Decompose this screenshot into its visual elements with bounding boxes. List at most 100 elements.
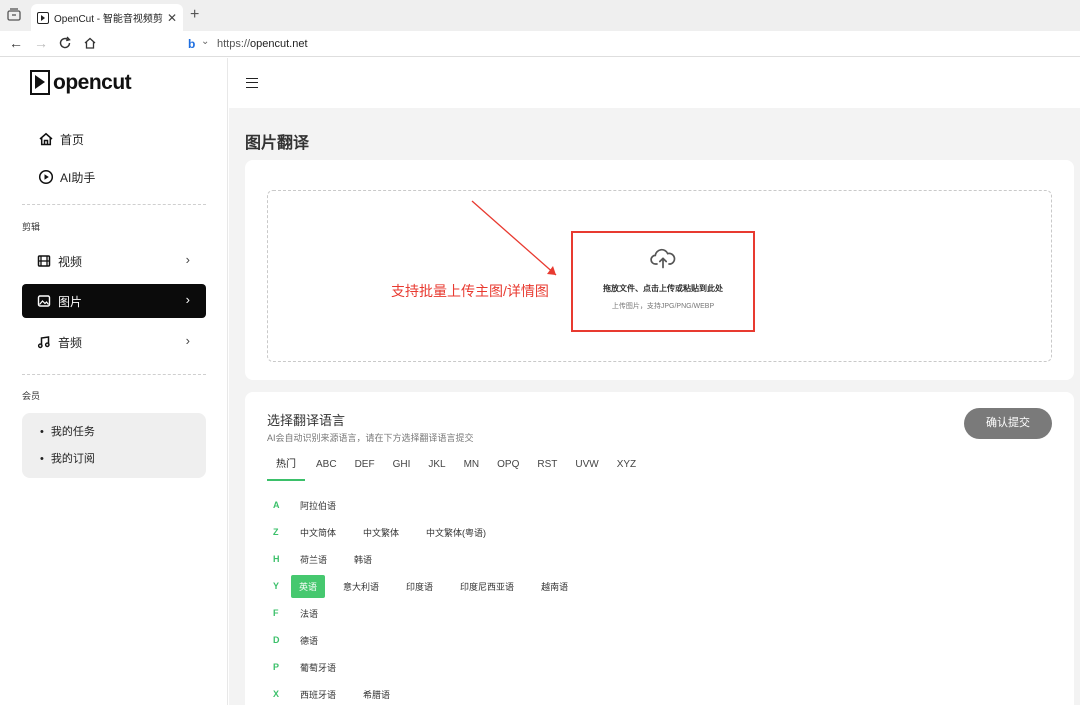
new-tab-button[interactable]: + [190, 6, 199, 24]
tab-ghi[interactable]: GHI [386, 458, 418, 481]
sidebar-item-ai-assistant[interactable]: AI助手 [22, 160, 206, 194]
tab-actions-icon[interactable] [6, 7, 22, 23]
lang-option[interactable]: 中文繁体(粤语) [425, 526, 487, 539]
lang-option[interactable]: 希腊语 [362, 688, 391, 701]
tab-uvw[interactable]: UVW [568, 458, 605, 481]
music-icon [37, 336, 50, 349]
language-card: 选择翻译语言 AI会自动识别来源语言，请在下方选择翻译语言提交 确认提交 热门 … [245, 392, 1074, 705]
lang-option[interactable]: 越南语 [540, 580, 569, 593]
sidebar-item-label: 图片 [58, 294, 83, 309]
sidebar-item-video[interactable]: 视频 › [22, 244, 206, 278]
sidebar: opencut 首页 AI助手 剪辑 视频 › 图片 › 音频 › 会员 • 我… [0, 58, 228, 705]
lang-option[interactable]: 法语 [299, 607, 319, 620]
lang-group-d: D 德语 [273, 630, 344, 650]
sidebar-item-image[interactable]: 图片 › [22, 284, 206, 318]
home-icon [39, 132, 53, 146]
tab-rst[interactable]: RST [530, 458, 564, 481]
member-menu: 我的任务 我的订阅 [22, 413, 206, 478]
group-letter: H [273, 554, 280, 564]
sidebar-item-label: 视频 [58, 254, 83, 269]
letter-tabs: 热门 ABC DEF GHI JKL MN OPQ RST UVW XYZ [267, 458, 647, 481]
submit-button[interactable]: 确认提交 [964, 408, 1052, 439]
sidebar-item-label: 首页 [60, 132, 85, 147]
lang-group-f: F 法语 [273, 603, 344, 623]
refresh-icon[interactable] [58, 36, 72, 50]
group-letter: X [273, 689, 280, 699]
home-browser-icon[interactable] [83, 36, 97, 50]
lang-group-z: Z 中文简体 中文繁体 中文繁体(粤语) [273, 522, 512, 542]
browser-tab[interactable]: OpenCut - 智能音视频剪辑工具 ✕ [31, 4, 183, 31]
chevron-down-icon[interactable]: ⌄ [201, 36, 209, 47]
lang-option[interactable]: 韩语 [353, 553, 373, 566]
opencut-logo[interactable]: opencut [30, 70, 132, 95]
url-field[interactable]: https://opencut.net [217, 38, 308, 50]
lang-group-p: P 葡萄牙语 [273, 657, 362, 677]
lang-group-a: A 阿拉伯语 [273, 495, 362, 515]
sidebar-divider [22, 204, 206, 205]
section-label-edit: 剪辑 [22, 222, 41, 232]
lang-option[interactable]: 荷兰语 [299, 553, 328, 566]
logo-play-icon [30, 70, 50, 95]
tab-jkl[interactable]: JKL [421, 458, 452, 481]
main-content: 图片翻译 支持批量上传主图/详情图 拖放文件、点击上传或粘贴到此处 上传图片，支… [229, 58, 1080, 705]
tab-mn[interactable]: MN [457, 458, 487, 481]
opencut-favicon-icon [37, 11, 49, 24]
member-item-my-subscription[interactable]: 我的订阅 [40, 450, 206, 477]
lang-option[interactable]: 阿拉伯语 [299, 499, 337, 512]
lang-option[interactable]: 西班牙语 [299, 688, 337, 701]
lang-option[interactable]: 中文繁体 [362, 526, 400, 539]
bing-search-icon[interactable]: b [188, 37, 195, 51]
tab-hot[interactable]: 热门 [267, 458, 305, 481]
chevron-right-icon: › [185, 292, 190, 307]
sidebar-item-home[interactable]: 首页 [22, 122, 206, 156]
lang-option[interactable]: 中文简体 [299, 526, 337, 539]
lang-option[interactable]: 意大利语 [342, 580, 380, 593]
lang-option[interactable]: 葡萄牙语 [299, 661, 337, 674]
back-icon[interactable]: ← [8, 35, 24, 52]
section-label-member: 会员 [22, 391, 41, 401]
sidebar-item-label: 音频 [58, 335, 83, 350]
chevron-right-icon: › [185, 333, 190, 348]
tab-abc[interactable]: ABC [309, 458, 344, 481]
lang-group-h: H 荷兰语 韩语 [273, 549, 398, 569]
logo-text: opencut [53, 70, 132, 94]
close-tab-icon[interactable]: ✕ [167, 11, 177, 25]
tab-opq[interactable]: OPQ [490, 458, 526, 481]
group-letter: P [273, 662, 280, 672]
forward-icon[interactable]: → [33, 35, 49, 52]
group-letter: D [273, 635, 280, 645]
lang-option[interactable]: 印度语 [405, 580, 434, 593]
upload-dropzone[interactable]: 支持批量上传主图/详情图 拖放文件、点击上传或粘贴到此处 上传图片，支持JPG/… [267, 190, 1052, 362]
member-item-my-tasks[interactable]: 我的任务 [40, 423, 206, 450]
address-bar: ← → b ⌄ https://opencut.net [0, 31, 1080, 57]
lang-option-selected[interactable]: 英语 [291, 574, 326, 598]
film-icon [37, 255, 51, 267]
tab-title: OpenCut - 智能音视频剪辑工具 [54, 14, 163, 25]
sidebar-item-audio[interactable]: 音频 › [22, 325, 206, 359]
cloud-upload-icon [650, 248, 676, 269]
lang-option[interactable]: 印度尼西亚语 [459, 580, 515, 593]
lang-group-y: Y 英语 意大利语 印度语 印度尼西亚语 越南语 [273, 574, 594, 598]
group-letter: F [273, 608, 279, 618]
image-icon [37, 295, 51, 307]
group-letter: A [273, 500, 280, 510]
group-letter: Z [273, 527, 279, 537]
browser-tab-strip: OpenCut - 智能音视频剪辑工具 ✕ + [0, 0, 1080, 31]
page-title: 图片翻译 [245, 135, 310, 152]
upload-format-hint: 上传图片，支持JPG/PNG/WEBP [611, 303, 715, 310]
language-title: 选择翻译语言 [267, 413, 346, 428]
chevron-right-icon: › [185, 252, 190, 267]
tab-xyz[interactable]: XYZ [610, 458, 643, 481]
upload-card: 支持批量上传主图/详情图 拖放文件、点击上传或粘贴到此处 上传图片，支持JPG/… [245, 160, 1074, 380]
annotation-text: 支持批量上传主图/详情图 [391, 283, 549, 299]
annotation-arrow [471, 200, 557, 276]
sidebar-divider [22, 374, 206, 375]
tab-def[interactable]: DEF [348, 458, 382, 481]
sidebar-item-label: AI助手 [60, 170, 96, 185]
top-bar [229, 58, 1080, 108]
menu-toggle-icon[interactable] [246, 78, 258, 88]
upload-target[interactable]: 拖放文件、点击上传或粘贴到此处 上传图片，支持JPG/PNG/WEBP [571, 231, 755, 332]
lang-option[interactable]: 德语 [299, 634, 319, 647]
language-subtitle: AI会自动识别来源语言，请在下方选择翻译语言提交 [267, 433, 474, 443]
play-circle-icon [38, 169, 54, 185]
